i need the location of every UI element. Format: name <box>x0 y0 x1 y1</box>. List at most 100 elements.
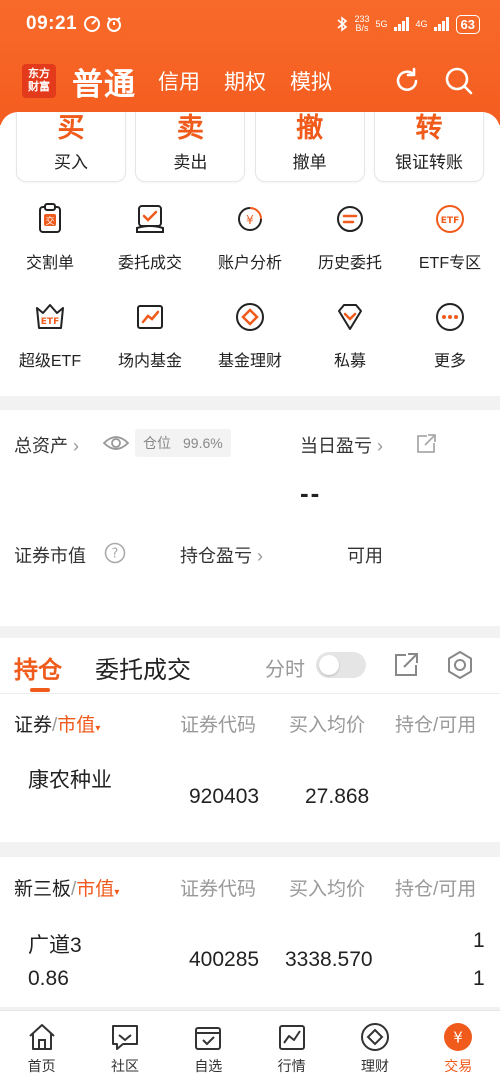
sell-char: 卖 <box>176 113 204 143</box>
daily-pl-link[interactable]: 当日盈亏 › <box>300 432 383 458</box>
grid-label: 场内基金 <box>117 353 182 370</box>
function-panel: 买 买入 卖 卖出 撤 撤单 转 银证转账 交 交割单 委托成交 ¥ 账户分析 … <box>0 112 500 396</box>
tab-options[interactable]: 期权 <box>224 66 266 96</box>
top-nav: 东方财富 普通 信用 期权 模拟 <box>0 56 500 106</box>
cancel-label: 撤单 <box>292 153 327 172</box>
nav-label: 交易 <box>444 1058 473 1074</box>
delivery-note-icon: 交 <box>39 203 61 233</box>
tab-holdings[interactable]: 持仓 <box>14 650 62 685</box>
function-grid: 交 交割单 委托成交 ¥ 账户分析 历史委托 ETF ETF专区 ETF 超级E… <box>0 198 500 394</box>
sell-button[interactable]: 卖 卖出 <box>135 112 246 182</box>
buy-button[interactable]: 买 买入 <box>16 112 126 182</box>
speedometer-icon <box>84 16 101 32</box>
grid-item-etf-zone[interactable]: ETF ETF专区 <box>400 198 500 296</box>
svg-text:?: ? <box>112 547 119 562</box>
watchlist-icon <box>195 1027 222 1050</box>
grid-item-fund-finance[interactable]: 基金理财 <box>200 296 300 394</box>
holding-pl-link[interactable]: 持仓盈亏 › <box>180 542 263 568</box>
quick-actions: 买 买入 卖 卖出 撤 撤单 转 银证转账 <box>16 112 484 182</box>
avg-price: 27.868 <box>305 785 370 808</box>
position-label: 仓位 <box>143 435 171 451</box>
trade-icon: ¥ <box>444 1023 473 1051</box>
nav-label: 理财 <box>360 1058 389 1074</box>
tab-credit[interactable]: 信用 <box>158 66 200 96</box>
search-icon[interactable] <box>444 66 474 96</box>
fund-finance-icon <box>236 303 264 331</box>
svg-text:¥: ¥ <box>454 1029 464 1047</box>
col-position: 持仓/可用 <box>395 879 477 900</box>
grid-item-on-exchange-fund[interactable]: 场内基金 <box>100 296 200 394</box>
net-speed: 233 B/s <box>354 14 370 33</box>
avg-price: 3338.570 <box>285 948 373 971</box>
transfer-label: 银证转账 <box>394 153 463 172</box>
grid-label: 账户分析 <box>217 255 282 272</box>
nav-label: 社区 <box>110 1058 139 1074</box>
nav-home[interactable]: 首页 <box>0 1011 83 1083</box>
buy-label: 买入 <box>54 153 88 172</box>
svg-text:¥: ¥ <box>246 213 254 227</box>
grid-label: 更多 <box>433 353 466 370</box>
grid-item-more[interactable]: 更多 <box>400 296 500 394</box>
refresh-icon[interactable] <box>392 66 422 96</box>
tab-simulation[interactable]: 模拟 <box>290 66 332 96</box>
transfer-char: 转 <box>415 113 443 143</box>
col-security-market[interactable]: 证券/市值▾ <box>14 710 100 737</box>
holding-pl-label: 持仓盈亏 <box>180 546 252 566</box>
grid-item-history-order[interactable]: 历史委托 <box>300 198 400 296</box>
nav-label: 自选 <box>194 1058 223 1074</box>
nav-label: 首页 <box>27 1058 56 1074</box>
tab-orders[interactable]: 委托成交 <box>95 650 191 685</box>
security-name: 康农种业 <box>28 769 112 792</box>
grid-item-delivery-note[interactable]: 交 交割单 <box>0 198 100 296</box>
total-assets-link[interactable]: 总资产 › <box>14 432 79 458</box>
security-name-line1: 广道3 <box>28 934 82 957</box>
buy-char: 买 <box>57 113 85 143</box>
nav-community[interactable]: 社区 <box>83 1011 166 1083</box>
app-header: 09:21 233 B/s 5G 4G 63 东方财富 普通 信用 期权 模拟 <box>0 0 500 125</box>
cancel-order-button[interactable]: 撤 撤单 <box>254 112 365 182</box>
signal-4g: 4G <box>415 18 428 29</box>
help-icon[interactable]: ? <box>104 542 126 564</box>
history-order-icon <box>337 206 363 232</box>
security-code: 400285 <box>189 948 260 971</box>
position-qty: 1 <box>473 929 485 952</box>
position-value: 99.6% <box>183 435 223 451</box>
nav-market[interactable]: 行情 <box>250 1011 333 1083</box>
grid-item-order-deal[interactable]: 委托成交 <box>100 198 200 296</box>
home-icon <box>28 1024 55 1050</box>
eye-icon[interactable] <box>102 433 130 453</box>
security-code: 920403 <box>189 785 260 808</box>
available-label: 可用 <box>347 546 383 566</box>
status-bar: 09:21 233 B/s 5G 4G 63 <box>0 0 500 48</box>
grid-item-account-analysis[interactable]: ¥ 账户分析 <box>200 198 300 296</box>
nav-finance[interactable]: 理财 <box>333 1011 416 1083</box>
share-icon[interactable] <box>415 433 437 455</box>
holdings-tabs: 持仓 委托成交 分时 <box>0 638 500 694</box>
tab-normal[interactable]: 普通 <box>72 59 136 104</box>
col-code: 证券代码 <box>180 879 257 900</box>
col-code: 证券代码 <box>180 715 257 736</box>
battery-indicator: 63 <box>455 14 480 34</box>
col-neeq-market[interactable]: 新三板/市值▾ <box>14 874 119 901</box>
grid-item-private-fund[interactable]: 私募 <box>300 296 400 394</box>
bottom-nav: 首页 社区 自选 行情 理财 ¥ 交易 <box>0 1010 500 1083</box>
grid-label: 历史委托 <box>317 255 382 272</box>
bank-transfer-button[interactable]: 转 银证转账 <box>373 112 484 182</box>
settings-icon[interactable] <box>445 650 475 680</box>
cancel-char: 撤 <box>296 113 324 143</box>
nav-trade[interactable]: ¥ 交易 <box>417 1011 500 1083</box>
grid-item-super-etf[interactable]: ETF 超级ETF <box>0 296 100 394</box>
asset-summary: 总资产 › 仓位 99.6% 当日盈亏 › -- 证券市值 ? 持仓盈亏 › 可… <box>0 410 500 626</box>
daily-pl-value: -- <box>300 478 322 508</box>
grid-label: 交割单 <box>25 255 74 272</box>
status-time: 09:21 <box>26 13 78 34</box>
col-position: 持仓/可用 <box>395 715 477 736</box>
export-icon[interactable] <box>392 651 420 679</box>
finance-icon <box>360 1023 389 1051</box>
order-deal-icon <box>136 205 164 233</box>
nav-watchlist[interactable]: 自选 <box>167 1011 250 1083</box>
intraday-toggle[interactable] <box>316 652 366 678</box>
grid-label: 基金理财 <box>217 353 282 370</box>
etf-zone-icon: ETF <box>436 205 464 233</box>
total-assets-label: 总资产 <box>14 436 68 456</box>
